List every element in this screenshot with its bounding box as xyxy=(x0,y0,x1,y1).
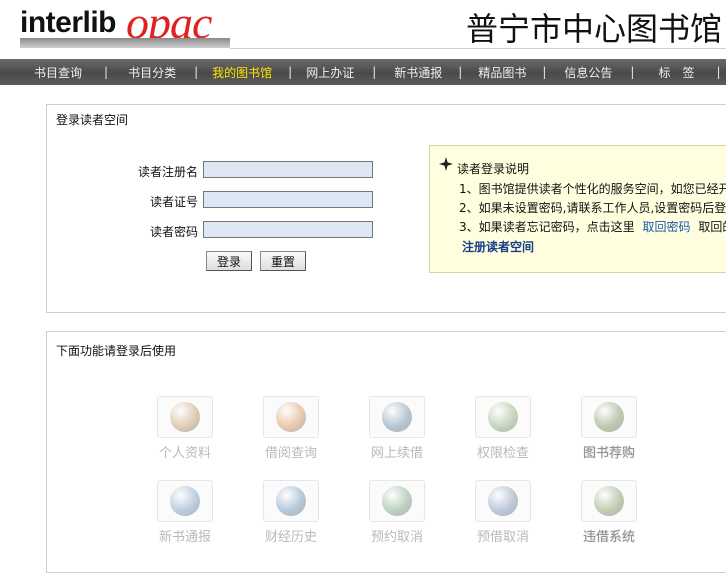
function-orb xyxy=(594,486,624,516)
username-label: 读者注册名 xyxy=(137,165,198,179)
nav-item-catalog-search[interactable]: 书目查询 xyxy=(34,64,82,81)
nav-item-featured-books[interactable]: 精品图书 xyxy=(478,64,526,81)
username-input[interactable] xyxy=(203,161,373,178)
reservation-cancel-icon xyxy=(369,480,425,522)
borrowing-query-item[interactable]: 借阅查询 xyxy=(251,396,331,461)
main-nav: 书目查询 | 书目分类 | 我的图书馆 | 网上办证 | 新书通报 | 精品图书… xyxy=(0,59,726,85)
function-orb xyxy=(276,402,306,432)
function-label: 借阅查询 xyxy=(264,446,317,461)
reservation-cancel-item[interactable]: 预约取消 xyxy=(357,480,437,545)
functions-panel-title: 下面功能请登录后使用 xyxy=(56,344,177,358)
help-line-3-suffix: 取回的 xyxy=(698,220,726,234)
nav-item-my-library[interactable]: 我的图书馆 xyxy=(212,64,272,81)
online-renew-icon xyxy=(369,396,425,438)
login-button[interactable]: 登录 xyxy=(206,251,252,271)
library-name: 普宁市中心图书馆 xyxy=(465,10,722,48)
function-orb xyxy=(488,402,518,432)
nav-separator: | xyxy=(372,65,377,79)
function-orb xyxy=(170,486,200,516)
function-label: 预约取消 xyxy=(370,530,423,545)
function-orb xyxy=(382,486,412,516)
header-divider xyxy=(230,48,726,49)
nav-item-new-books[interactable]: 新书通报 xyxy=(394,64,442,81)
nav-separator: | xyxy=(542,65,547,79)
pin-icon xyxy=(439,157,453,174)
personal-info-item[interactable]: 个人资料 xyxy=(145,396,225,461)
new-books-notice-item[interactable]: 新书通报 xyxy=(145,480,225,545)
function-orb xyxy=(276,486,306,516)
nav-separator: | xyxy=(194,65,199,79)
help-title: 读者登录说明 xyxy=(457,162,530,176)
function-label: 网上续借 xyxy=(370,446,423,461)
function-orb xyxy=(170,402,200,432)
function-label: 图书荐购 xyxy=(582,446,635,461)
violation-system-icon xyxy=(581,480,637,522)
retrieve-password-link[interactable]: 取回密码 xyxy=(642,220,690,234)
reset-button[interactable]: 重置 xyxy=(260,251,306,271)
function-label: 违借系统 xyxy=(582,530,635,545)
password-label: 读者密码 xyxy=(149,225,198,239)
logo-underline-bar xyxy=(20,38,230,48)
password-input[interactable] xyxy=(203,221,373,238)
login-panel-title: 登录读者空间 xyxy=(56,113,129,127)
function-label: 个人资料 xyxy=(158,446,211,461)
nav-separator: | xyxy=(288,65,293,79)
card-number-input[interactable] xyxy=(203,191,373,208)
help-line-3-text: 3、如果读者忘记密码，点击这里 xyxy=(459,220,635,234)
nav-item-online-card[interactable]: 网上办证 xyxy=(306,64,354,81)
card-number-label: 读者证号 xyxy=(149,195,198,209)
help-line-2: 2、如果未设置密码,请联系工作人员,设置密码后登 xyxy=(459,201,726,215)
preborrow-cancel-icon xyxy=(475,480,531,522)
nav-separator: | xyxy=(716,65,721,79)
nav-separator: | xyxy=(630,65,635,79)
function-label: 财经历史 xyxy=(264,530,317,545)
book-recommend-item[interactable]: 图书荐购 xyxy=(569,396,649,461)
nav-item-catalog-category[interactable]: 书目分类 xyxy=(128,64,176,81)
permission-check-item[interactable]: 权限检查 xyxy=(463,396,543,461)
logo-interlib: interlib xyxy=(20,6,117,39)
function-label: 预借取消 xyxy=(476,530,529,545)
violation-system-item[interactable]: 违借系统 xyxy=(569,480,649,545)
finance-history-icon xyxy=(263,480,319,522)
function-orb xyxy=(488,486,518,516)
function-label: 权限检查 xyxy=(476,446,529,461)
nav-separator: | xyxy=(104,65,109,79)
nav-item-announcements[interactable]: 信息公告 xyxy=(564,64,612,81)
help-line-3: 3、如果读者忘记密码，点击这里 取回密码 取回的 xyxy=(459,218,726,235)
register-reader-space-link[interactable]: 注册读者空间 xyxy=(462,238,534,255)
nav-item-tags[interactable]: 标 签 xyxy=(658,64,694,81)
book-recommend-icon xyxy=(581,396,637,438)
borrowing-query-icon xyxy=(263,396,319,438)
permission-check-icon xyxy=(475,396,531,438)
function-label: 新书通报 xyxy=(158,530,211,545)
personal-info-icon xyxy=(157,396,213,438)
function-orb xyxy=(382,402,412,432)
function-orb xyxy=(594,402,624,432)
help-line-1: 1、图书馆提供读者个性化的服务空间，如您已经开 xyxy=(459,182,726,196)
nav-separator: | xyxy=(458,65,463,79)
preborrow-cancel-item[interactable]: 预借取消 xyxy=(463,480,543,545)
new-books-notice-icon xyxy=(157,480,213,522)
finance-history-item[interactable]: 财经历史 xyxy=(251,480,331,545)
online-renew-item[interactable]: 网上续借 xyxy=(357,396,437,461)
